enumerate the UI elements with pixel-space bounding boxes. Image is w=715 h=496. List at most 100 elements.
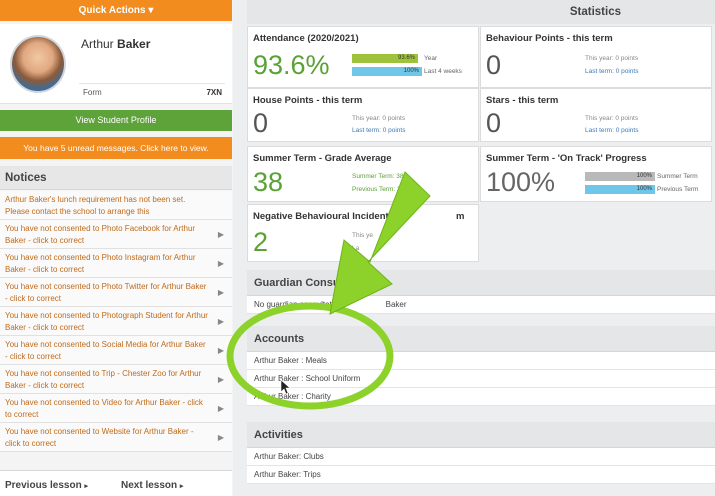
grade-summer-term: Summer Term: 38 — [352, 173, 404, 180]
account-school-uniform[interactable]: Arthur Baker : School Uniform — [247, 370, 715, 388]
negative-this-year: This ye — [352, 232, 373, 239]
attendance-title: Attendance (2020/2021) — [253, 33, 359, 44]
student-last-name: Baker — [117, 37, 151, 51]
right-panel: Statistics Attendance (2020/2021) 93.6% … — [247, 0, 715, 496]
on-track-previous-bar: 100% — [585, 185, 655, 194]
avatar — [10, 35, 66, 93]
notice-text: You have not consented to Photograph Stu… — [5, 311, 208, 332]
house-value: 0 — [253, 108, 269, 138]
house-title: House Points - this term — [253, 95, 363, 106]
behaviour-card[interactable]: Behaviour Points - this term 0 This year… — [480, 26, 712, 88]
attendance-last4-pct: 100% — [403, 68, 419, 74]
notices-list: Arthur Baker's lunch requirement has not… — [0, 191, 232, 452]
chevron-right-icon: ▶ — [217, 317, 224, 326]
activities-section: Activities Arthur Baker: Clubs Arthur Ba… — [247, 422, 715, 484]
student-first-name: Arthur — [81, 37, 114, 51]
chevron-right-icon: ▶ — [217, 404, 224, 413]
lesson-nav: Previous lesson ▸ Next lesson ▸ — [0, 470, 232, 496]
behaviour-value: 0 — [486, 50, 502, 80]
on-track-previous-pct: 100% — [636, 186, 652, 192]
negative-title-start: Negative Behavioural Incidents — [253, 211, 394, 222]
form-value: 7XN — [206, 88, 222, 97]
house-last-term: Last term: 0 points — [352, 127, 406, 134]
notice-text: You have not consented to Trip - Chester… — [5, 369, 202, 390]
chevron-right-icon: ▶ — [217, 259, 224, 268]
attendance-last4-label: Last 4 weeks — [424, 68, 462, 75]
negative-incidents-card[interactable]: Negative Behavioural Incidents m 2 This y… — [247, 204, 479, 262]
notice-social-media[interactable]: You have not consented to Social Media f… — [0, 336, 232, 365]
on-track-summer-bar: 100% — [585, 172, 655, 181]
on-track-summer-label: Summer Term — [657, 173, 698, 180]
account-charity[interactable]: Arthur Baker : Charity — [247, 388, 715, 406]
chevron-right-icon: ▶ — [217, 346, 224, 355]
page: Quick Actions ▾ Arthur Baker Form 7XN Vi… — [0, 0, 715, 496]
notices-heading: Notices — [0, 166, 232, 190]
previous-lesson-link[interactable]: Previous lesson ▸ — [5, 480, 88, 491]
house-points-card[interactable]: House Points - this term 0 This year: 0 … — [247, 88, 479, 142]
notice-text: You have not consented to Photo Facebook… — [5, 224, 196, 245]
next-lesson-link[interactable]: Next lesson ▸ — [121, 480, 183, 491]
attendance-year-bar: 93.6% — [352, 54, 418, 63]
grade-title: Summer Term - Grade Average — [253, 153, 392, 164]
notice-photo-twitter[interactable]: You have not consented to Photo Twitter … — [0, 278, 232, 307]
stars-value: 0 — [486, 108, 502, 138]
view-student-profile-button[interactable]: View Student Profile — [0, 110, 232, 131]
attendance-year-pct: 93.6% — [397, 55, 415, 61]
stars-last-term: Last term: 0 points — [585, 127, 639, 134]
house-this-year: This year: 0 points — [352, 115, 406, 122]
attendance-value: 93.6% — [253, 50, 330, 80]
student-name: Arthur Baker — [81, 37, 150, 51]
negative-title-end: m — [455, 211, 465, 222]
student-card: Arthur Baker Form 7XN — [0, 24, 232, 104]
notice-lunch[interactable]: Arthur Baker's lunch requirement has not… — [0, 191, 232, 220]
negative-value: 2 — [253, 227, 269, 257]
notice-photograph-student[interactable]: You have not consented to Photograph Stu… — [0, 307, 232, 336]
notice-photo-instagram[interactable]: You have not consented to Photo Instagra… — [0, 249, 232, 278]
on-track-previous-label: Previous Term — [657, 186, 699, 193]
notice-text: You have not consented to Photo Twitter … — [5, 282, 207, 303]
account-meals[interactable]: Arthur Baker : Meals — [247, 352, 715, 370]
notice-text: You have not consented to Photo Instagra… — [5, 253, 196, 274]
stars-title: Stars - this term — [486, 95, 559, 106]
previous-lesson-label: Previous lesson — [5, 480, 82, 491]
behaviour-this-year: This year: 0 points — [585, 55, 639, 62]
accounts-section: Accounts Arthur Baker : Meals Arthur Bak… — [247, 326, 715, 406]
grade-value: 38 — [253, 167, 284, 197]
left-panel: Quick Actions ▾ Arthur Baker Form 7XN Vi… — [0, 0, 233, 496]
stars-card[interactable]: Stars - this term 0 This year: 0 points … — [480, 88, 712, 142]
activity-trips[interactable]: Arthur Baker: Trips — [247, 466, 715, 484]
chevron-right-icon: ▶ — [217, 433, 224, 442]
chevron-right-icon: ▸ — [84, 483, 88, 490]
next-lesson-label: Next lesson — [121, 480, 178, 491]
chevron-right-icon: ▶ — [217, 230, 224, 239]
behaviour-last-term: Last term: 0 points — [585, 68, 639, 75]
form-label: Form — [83, 88, 102, 97]
chevron-right-icon: ▶ — [217, 288, 224, 297]
unread-messages-banner[interactable]: You have 5 unread messages. Click here t… — [0, 137, 232, 159]
attendance-last4-bar: 100% — [352, 67, 422, 76]
notice-website[interactable]: You have not consented to Website for Ar… — [0, 423, 232, 452]
notice-text: You have not consented to Website for Ar… — [5, 427, 194, 448]
form-row: Form 7XN — [79, 83, 225, 97]
activities-heading: Activities — [247, 422, 715, 448]
notice-text: You have not consented to Video for Arth… — [5, 398, 203, 419]
activity-clubs[interactable]: Arthur Baker: Clubs — [247, 448, 715, 466]
quick-actions-button[interactable]: Quick Actions ▾ — [0, 0, 232, 21]
on-track-card[interactable]: Summer Term - 'On Track' Progress 100% 1… — [480, 146, 712, 202]
attendance-card[interactable]: Attendance (2020/2021) 93.6% 93.6% Year … — [247, 26, 479, 88]
guardian-consultations-section: Guardian Consu No guardian consultati Bak… — [247, 270, 715, 314]
attendance-year-label: Year — [424, 55, 438, 62]
grade-previous-term: Previous Term: 36 — [352, 186, 405, 193]
grade-average-card[interactable]: Summer Term - Grade Average 38 Summer Te… — [247, 146, 479, 202]
accounts-heading: Accounts — [247, 326, 715, 352]
on-track-title: Summer Term - 'On Track' Progress — [486, 153, 647, 164]
statistics-heading: Statistics — [247, 0, 715, 24]
behaviour-title: Behaviour Points - this term — [486, 33, 613, 44]
notice-video[interactable]: You have not consented to Video for Arth… — [0, 394, 232, 423]
guardian-row: No guardian consultati Baker — [247, 296, 715, 314]
notice-trip-chester-zoo[interactable]: You have not consented to Trip - Chester… — [0, 365, 232, 394]
notice-text: You have not consented to Social Media f… — [5, 340, 206, 361]
negative-title: Negative Behavioural Incidents m — [253, 211, 464, 222]
notice-photo-facebook[interactable]: You have not consented to Photo Facebook… — [0, 220, 232, 249]
guardian-row-end: Baker — [385, 300, 407, 309]
